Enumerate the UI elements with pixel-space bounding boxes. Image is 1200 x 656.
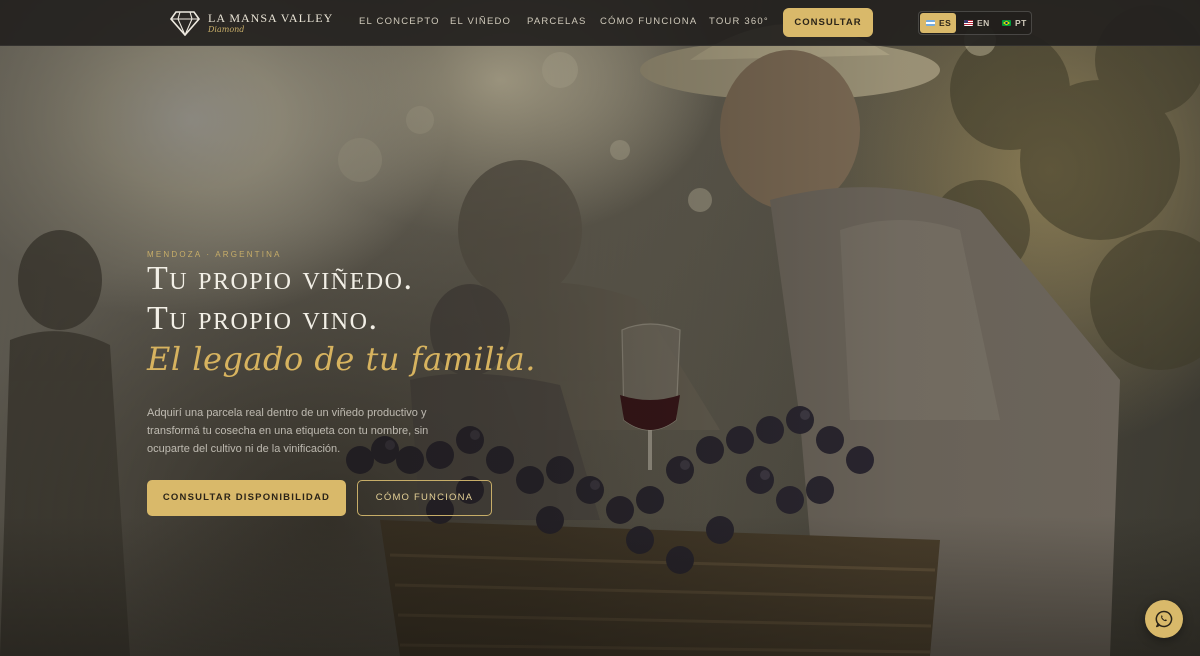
nav-link-tour-360[interactable]: TOUR 360° bbox=[709, 16, 769, 30]
hero-description: Adquirí una parcela real dentro de un vi… bbox=[147, 407, 429, 455]
consultar-disponibilidad-button[interactable]: CONSULTAR DISPONIBILIDAD bbox=[147, 480, 346, 516]
nav-link-el-vinedo[interactable]: EL VIÑEDO bbox=[450, 16, 511, 30]
brand-logo[interactable]: LA MANSA VALLEY Diamond bbox=[170, 8, 332, 40]
diamond-vine-icon bbox=[170, 11, 200, 36]
brazil-flag-icon bbox=[1002, 20, 1011, 26]
argentina-flag-icon bbox=[926, 20, 935, 26]
language-switcher: ES EN PT bbox=[918, 11, 1032, 35]
whatsapp-button[interactable] bbox=[1145, 600, 1183, 638]
lang-pt-button[interactable]: PT bbox=[996, 13, 1032, 33]
lang-en-label: EN bbox=[977, 18, 990, 28]
consultar-button[interactable]: CONSULTAR bbox=[783, 8, 873, 37]
lang-pt-label: PT bbox=[1015, 18, 1027, 28]
usa-flag-icon bbox=[964, 20, 973, 26]
nav-link-como-funciona[interactable]: CÓMO FUNCIONA bbox=[600, 16, 697, 30]
hero-headline-line2: Tu propio vino. bbox=[147, 300, 379, 337]
hero-headline-script: El legado de tu familia. bbox=[147, 340, 536, 378]
brand-name: LA MANSA VALLEY bbox=[208, 11, 334, 25]
nav-link-el-concepto[interactable]: EL CONCEPTO bbox=[359, 16, 440, 30]
whatsapp-icon bbox=[1155, 610, 1173, 628]
nav-link-parcelas[interactable]: PARCELAS bbox=[527, 16, 587, 30]
como-funciona-button[interactable]: CÓMO FUNCIONA bbox=[357, 480, 492, 516]
lang-es-label: ES bbox=[939, 18, 952, 28]
brand-subtitle: Diamond bbox=[208, 25, 245, 34]
hero-headline-line1: Tu propio viñedo. bbox=[147, 260, 414, 297]
lang-es-button[interactable]: ES bbox=[920, 13, 956, 33]
hero-bottom-fade bbox=[0, 516, 1200, 656]
top-navbar: LA MANSA VALLEY Diamond EL CONCEPTO EL V… bbox=[0, 0, 1200, 46]
lang-en-button[interactable]: EN bbox=[958, 13, 994, 33]
